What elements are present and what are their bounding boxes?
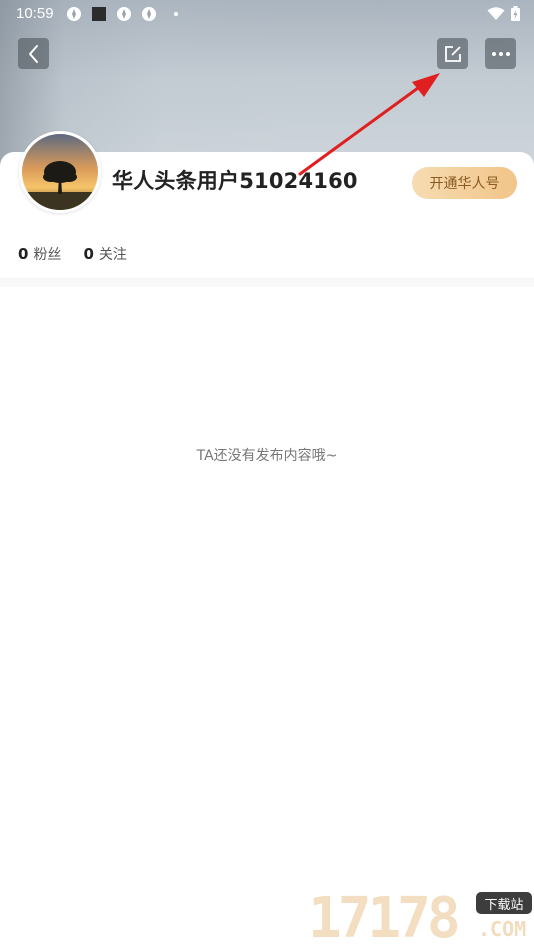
followers-stat[interactable]: 0 粉丝 [18,244,61,264]
profile-stats: 0 粉丝 0 关注 [18,244,127,264]
watermark-suffix: .COM [478,917,527,941]
battery-icon [511,6,520,21]
square-notification-icon [92,7,106,21]
status-bar: 10:59 [0,0,534,28]
status-time: 10:59 [16,5,54,22]
following-stat[interactable]: 0 关注 [83,244,126,264]
app-notification-icon [67,7,81,21]
back-button[interactable] [18,38,49,69]
followers-count: 0 [18,245,29,263]
app-notification-icon [117,7,131,21]
avatar-image [22,134,98,210]
edit-square-icon [444,45,461,62]
avatar[interactable] [19,131,101,213]
site-watermark: 17178 下载站 .COM [308,888,534,950]
empty-state-message: TA还没有发布内容哦~ [196,448,338,464]
followers-label: 粉丝 [33,247,62,263]
app-notification-icon [142,7,156,21]
section-divider [0,278,534,287]
wifi-icon [487,6,505,20]
more-horizontal-icon [491,51,510,56]
username: 华人头条用户51024160 [112,169,358,193]
chevron-left-icon [28,44,38,63]
following-count: 0 [83,245,94,263]
open-huarenhao-button[interactable]: 开通华人号 [412,167,517,199]
following-label: 关注 [98,247,127,263]
notification-icons [66,6,178,22]
profile-card [0,152,534,950]
system-icons [487,6,520,21]
more-options-button[interactable] [485,38,516,69]
more-notifications-dot-icon [174,12,178,16]
edit-profile-button[interactable] [437,38,468,69]
watermark-digits: 17178 [308,886,461,950]
watermark-tag: 下载站 [476,892,532,914]
